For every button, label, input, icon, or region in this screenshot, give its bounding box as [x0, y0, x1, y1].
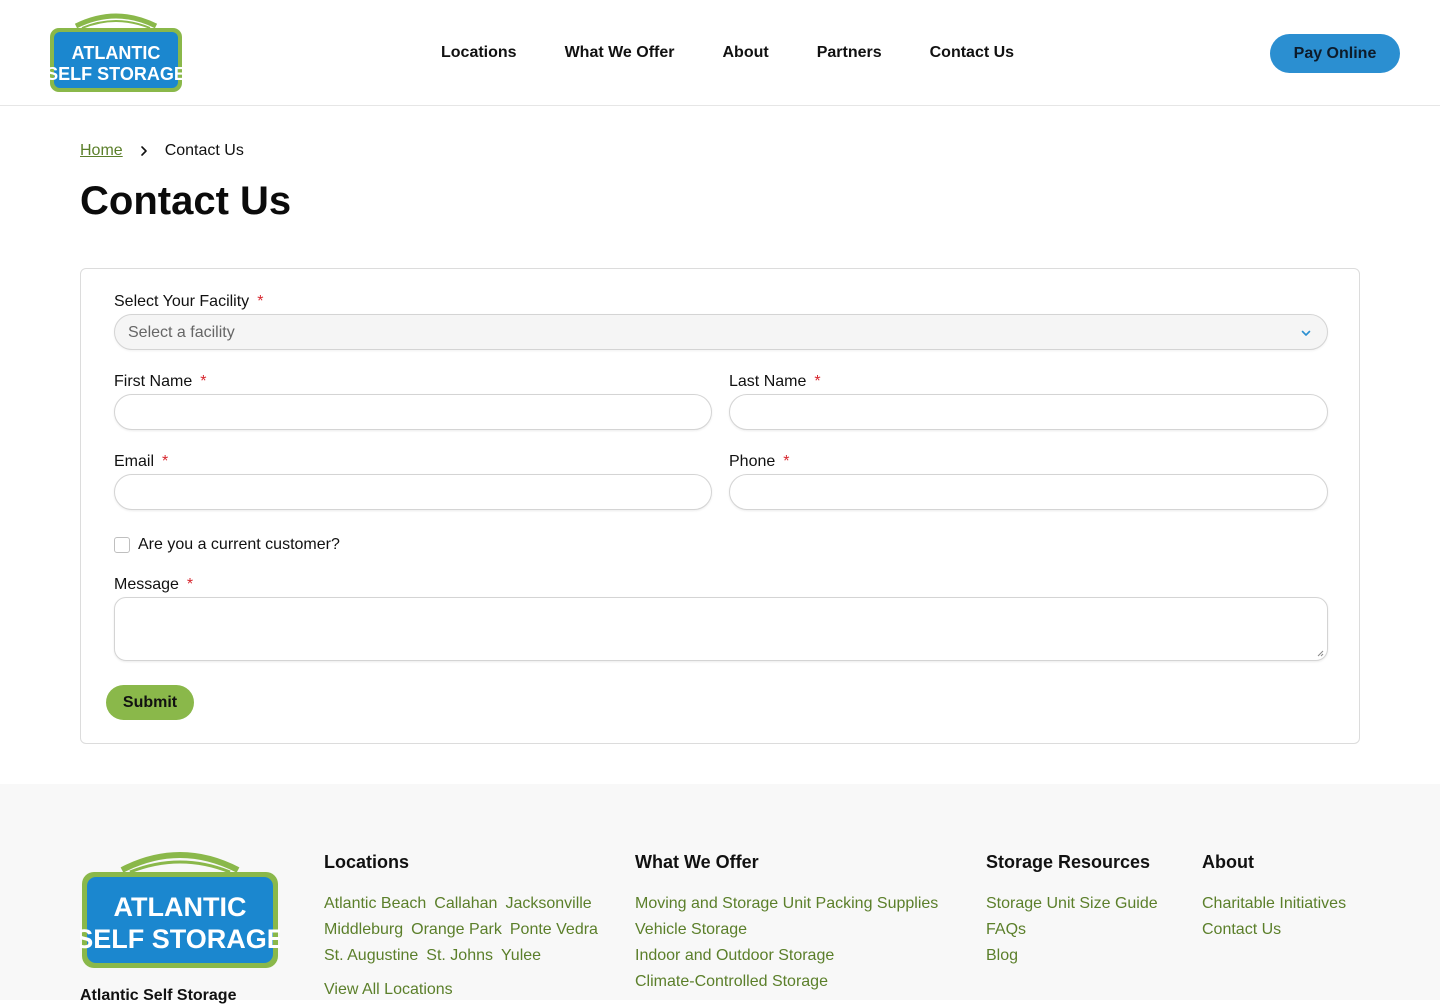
- location-link[interactable]: St. Augustine: [324, 943, 418, 969]
- locations-row: Middleburg Orange Park Ponte Vedra: [324, 917, 598, 943]
- offer-link[interactable]: Moving and Storage Unit Packing Supplies: [635, 891, 938, 917]
- nav-about[interactable]: About: [723, 43, 769, 63]
- location-link[interactable]: Jacksonville: [505, 891, 591, 917]
- chevron-down-icon: [1301, 330, 1311, 336]
- last-name-label-text: Last Name: [729, 373, 807, 390]
- resource-link[interactable]: Blog: [986, 943, 1158, 969]
- location-link[interactable]: Orange Park: [411, 917, 502, 943]
- phone-label: Phone *: [729, 452, 790, 472]
- facility-select[interactable]: Select a facility: [114, 314, 1328, 350]
- current-customer-label[interactable]: Are you a current customer?: [138, 535, 340, 555]
- location-link[interactable]: Yulee: [501, 943, 541, 969]
- main-nav: Locations What We Offer About Partners C…: [441, 43, 1014, 63]
- phone-field[interactable]: [729, 474, 1328, 510]
- phone-label-text: Phone: [729, 453, 776, 470]
- first-name-label-text: First Name: [114, 373, 193, 390]
- facility-label: Select Your Facility *: [114, 292, 263, 312]
- nav-locations[interactable]: Locations: [441, 43, 517, 63]
- location-link[interactable]: Callahan: [434, 891, 497, 917]
- footer-offer-heading: What We Offer: [635, 852, 759, 872]
- logo[interactable]: ATLANTIC SELF STORAGE: [48, 12, 184, 94]
- resource-link[interactable]: FAQs: [986, 917, 1158, 943]
- message-label-text: Message: [114, 576, 179, 593]
- offer-link[interactable]: Climate-Controlled Storage: [635, 969, 938, 995]
- footer-locations-heading: Locations: [324, 852, 410, 872]
- first-name-field[interactable]: [114, 394, 712, 430]
- required-mark: *: [162, 453, 169, 470]
- view-all-locations-link[interactable]: View All Locations: [324, 977, 598, 1003]
- email-label-text: Email: [114, 453, 155, 470]
- required-mark: *: [783, 453, 790, 470]
- breadcrumb-home-link[interactable]: Home: [80, 141, 123, 161]
- footer-logo[interactable]: ATLANTIC SELF STORAGE: [80, 848, 280, 969]
- last-name-label: Last Name *: [729, 372, 821, 392]
- offer-link[interactable]: Vehicle Storage: [635, 917, 938, 943]
- location-link[interactable]: Ponte Vedra: [510, 917, 598, 943]
- chevron-right-icon: [140, 146, 147, 156]
- email-field[interactable]: [114, 474, 712, 510]
- page-title: Contact Us: [80, 179, 292, 223]
- last-name-field[interactable]: [729, 394, 1328, 430]
- about-link[interactable]: Contact Us: [1202, 917, 1346, 943]
- pay-online-button[interactable]: Pay Online: [1270, 34, 1400, 73]
- resource-link[interactable]: Storage Unit Size Guide: [986, 891, 1158, 917]
- offer-link[interactable]: Indoor and Outdoor Storage: [635, 943, 938, 969]
- footer-about: About Charitable Initiatives Contact Us: [1202, 851, 1346, 943]
- email-label: Email *: [114, 452, 168, 472]
- footer-offer: What We Offer Moving and Storage Unit Pa…: [635, 851, 938, 995]
- footer-company-name: Atlantic Self Storage: [80, 987, 237, 1004]
- site-header: ATLANTIC SELF STORAGE Locations What We …: [0, 0, 1440, 106]
- required-mark: *: [186, 576, 194, 593]
- footer-logo-line1: ATLANTIC: [114, 892, 247, 922]
- first-name-label: First Name *: [114, 372, 206, 392]
- breadcrumb-current: Contact Us: [164, 142, 244, 159]
- location-link[interactable]: Atlantic Beach: [324, 891, 426, 917]
- required-mark: *: [814, 373, 821, 390]
- logo-line1: ATLANTIC: [72, 43, 161, 63]
- required-mark: *: [200, 373, 207, 390]
- nav-partners[interactable]: Partners: [817, 43, 882, 63]
- submit-button[interactable]: Submit: [106, 685, 194, 720]
- message-textarea[interactable]: [114, 597, 1328, 661]
- current-customer-checkbox[interactable]: [114, 537, 130, 553]
- footer-locations: Locations Atlantic Beach Callahan Jackso…: [324, 851, 598, 1003]
- facility-label-text: Select Your Facility: [114, 293, 250, 310]
- footer-resources: Storage Resources Storage Unit Size Guid…: [986, 851, 1158, 969]
- contact-form: Select Your Facility * Select a facility …: [80, 268, 1360, 744]
- locations-row: St. Augustine St. Johns Yulee: [324, 943, 598, 969]
- nav-contact-us[interactable]: Contact Us: [930, 43, 1014, 63]
- footer-resources-heading: Storage Resources: [986, 852, 1151, 872]
- about-link[interactable]: Charitable Initiatives: [1202, 891, 1346, 917]
- nav-what-we-offer[interactable]: What We Offer: [565, 43, 675, 63]
- required-mark: *: [257, 293, 264, 310]
- message-label: Message *: [114, 575, 193, 595]
- breadcrumb: Home Contact Us: [80, 141, 244, 161]
- location-link[interactable]: Middleburg: [324, 917, 403, 943]
- footer-logo-line2: SELF STORAGE: [80, 924, 280, 954]
- locations-row: Atlantic Beach Callahan Jacksonville: [324, 891, 598, 917]
- facility-select-placeholder: Select a facility: [128, 324, 235, 341]
- resize-handle-icon[interactable]: [1316, 649, 1324, 657]
- location-link[interactable]: St. Johns: [426, 943, 493, 969]
- logo-line2: SELF STORAGE: [48, 64, 184, 84]
- site-footer: ATLANTIC SELF STORAGE Atlantic Self Stor…: [0, 784, 1440, 1004]
- footer-about-heading: About: [1202, 852, 1254, 872]
